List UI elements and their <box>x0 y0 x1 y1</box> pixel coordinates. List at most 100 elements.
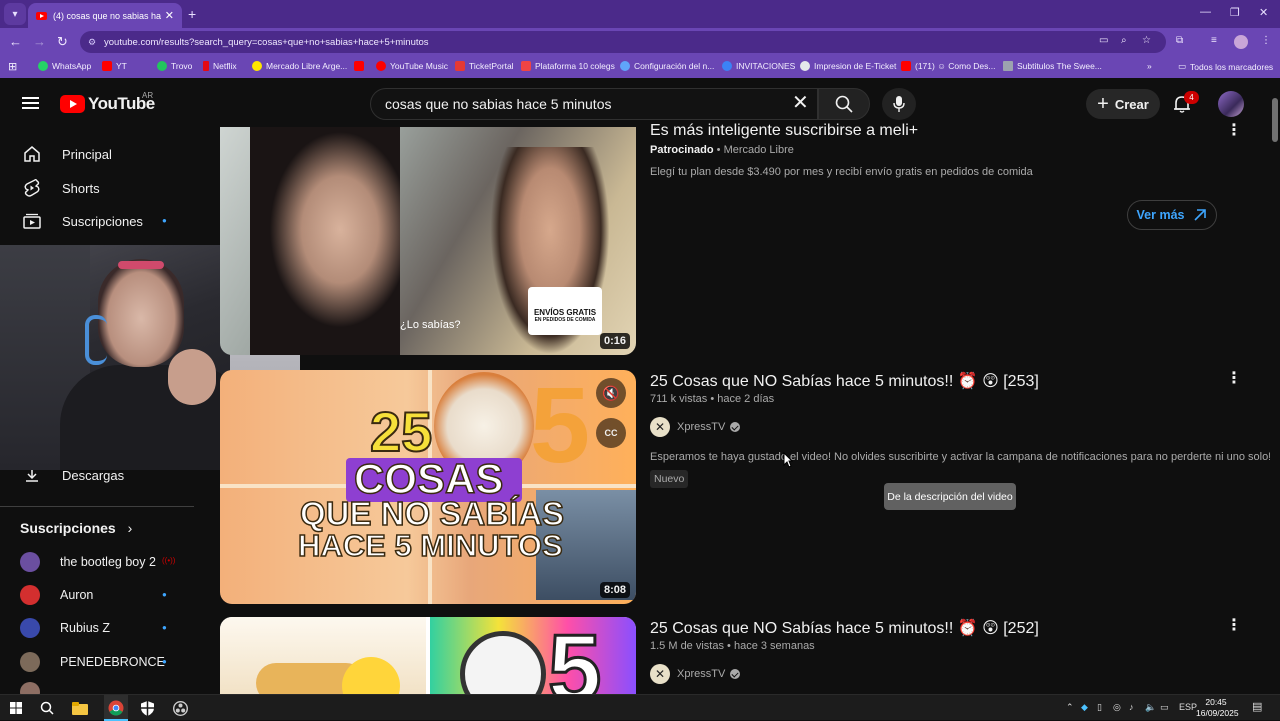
subscription-item-partial[interactable] <box>20 680 190 694</box>
restore-icon[interactable]: ❐ <box>1230 6 1240 19</box>
bookmark-ticketportal[interactable]: TicketPortal <box>455 61 514 71</box>
voice-search-button[interactable] <box>882 88 916 120</box>
channel-name: Rubius Z <box>60 621 111 635</box>
extensions-icon[interactable]: ⧉ <box>1176 35 1183 46</box>
bookmark-plataforma[interactable]: Plataforma 10 colegs <box>521 61 615 71</box>
page-scrollbar[interactable] <box>1270 78 1280 694</box>
more-options-icon[interactable]: ⋮ <box>1226 120 1242 140</box>
subscription-item[interactable]: Rubius Z ● <box>20 612 190 644</box>
media-control-icon[interactable]: ≡ <box>1211 35 1217 46</box>
bookmark-mercado-libre[interactable]: Mercado Libre Arge... <box>252 61 347 71</box>
site-info-icon[interactable]: ⚙ <box>88 37 96 48</box>
bookmark-trovo[interactable]: Trovo <box>157 61 192 71</box>
ver-mas-button[interactable]: Ver más <box>1127 200 1217 230</box>
video-title[interactable]: 25 Cosas que NO Sabías hace 5 minutos!! … <box>650 618 1039 638</box>
reload-icon[interactable]: ↻ <box>57 34 68 50</box>
advertiser-name[interactable]: Mercado Libre <box>724 144 794 156</box>
bookmark-netflix[interactable]: Netflix <box>203 61 237 71</box>
notifications-center-icon[interactable]: ▤ <box>1252 700 1262 713</box>
video-title[interactable]: 25 Cosas que NO Sabías hace 5 minutos!! … <box>650 371 1039 391</box>
system-clock[interactable]: 20:45 16/09/2025 <box>1196 697 1239 719</box>
more-bookmarks-icon[interactable]: » <box>1147 61 1152 71</box>
bookmark-subtitulos[interactable]: Subtitulos The Swee... <box>1003 61 1102 71</box>
apps-grid-icon[interactable]: ⊞ <box>8 60 17 73</box>
search-input[interactable]: cosas que no sabias hace 5 minutos <box>370 88 818 120</box>
close-window-icon[interactable]: ✕ <box>1259 6 1268 19</box>
zoom-icon[interactable]: ⌕ <box>1121 35 1127 46</box>
subscription-item[interactable]: Auron ● <box>20 579 190 611</box>
tab-search-icon[interactable]: ▾ <box>4 3 26 25</box>
more-options-icon[interactable]: ⋮ <box>1226 615 1242 635</box>
all-bookmarks-folder[interactable]: ▭ Todos los marcadores <box>1178 61 1273 72</box>
clock-time: 20:45 <box>1205 697 1227 707</box>
chrome-icon[interactable] <box>108 700 124 716</box>
trovo-icon <box>157 61 167 71</box>
bookmark-label: Trovo <box>171 61 193 71</box>
bookmark-configuracion[interactable]: Configuración del n... <box>620 61 714 71</box>
view-count: 1.5 M de vistas <box>650 640 724 652</box>
bookmark-impresion[interactable]: Impresion de E-Ticket <box>800 61 896 71</box>
sidebar-item-suscripciones[interactable]: Suscripciones ● <box>12 204 192 238</box>
bookmark-invitaciones[interactable]: INVITACIONES <box>722 61 795 71</box>
menu-icon[interactable] <box>22 97 39 109</box>
minimize-icon[interactable]: — <box>1200 6 1211 18</box>
url-field[interactable]: ⚙ youtube.com/results?search_query=cosas… <box>80 31 1166 53</box>
youtube-icon <box>354 61 364 71</box>
channel-link[interactable]: ✕ XpressTV <box>650 417 741 437</box>
tray-device-icon[interactable]: ▯ <box>1097 702 1102 713</box>
profile-avatar[interactable] <box>1234 35 1248 49</box>
file-explorer-icon[interactable] <box>72 700 88 716</box>
browser-tab[interactable]: (4) cosas que no sabias hace 5 ✕ <box>28 3 182 28</box>
thumb-big-number: 5 <box>546 617 602 694</box>
subscription-item[interactable]: PENEDEBRONCE ● <box>20 646 190 678</box>
back-icon[interactable]: ← <box>9 34 22 49</box>
install-app-icon[interactable]: ▭ <box>1099 35 1108 46</box>
channel-name: Auron <box>60 588 94 602</box>
windows-start-icon[interactable] <box>8 700 24 716</box>
language-indicator[interactable]: ESP <box>1179 702 1197 712</box>
bookmark-youtube-2[interactable] <box>354 61 368 71</box>
sidebar-item-principal[interactable]: Principal <box>12 137 192 171</box>
obs-icon[interactable] <box>172 700 188 716</box>
forward-icon[interactable]: → <box>33 34 46 49</box>
taskbar-search-icon[interactable] <box>39 700 55 716</box>
bookmark-whatsapp[interactable]: WhatsApp <box>38 61 91 71</box>
more-options-icon[interactable]: ⋮ <box>1226 368 1242 388</box>
windows-taskbar: ⌃ ◆ ▯ ◎ ♪ 🔈 ▭ ESP 20:45 16/09/2025 ▤ <box>0 694 1280 721</box>
youtube-logo[interactable]: YouTube AR <box>60 91 155 114</box>
sidebar-item-shorts[interactable]: Shorts <box>12 171 192 205</box>
network-icon[interactable]: ▭ <box>1160 702 1169 713</box>
tray-app-icon[interactable]: ◆ <box>1081 702 1088 713</box>
video-thumbnail[interactable]: 5 25 COSAS QUE NO SABÍAS HACE 5 MINUTOS … <box>220 370 636 604</box>
bookmark-como-des[interactable]: (171) ☺ Como Des... <box>901 61 995 71</box>
captions-icon[interactable]: CC <box>596 418 626 448</box>
tray-microphone-icon[interactable]: ♪ <box>1129 702 1134 712</box>
bookmark-yt[interactable]: YT <box>102 61 127 71</box>
create-button[interactable]: + Crear <box>1086 89 1160 119</box>
volume-icon[interactable]: 🔈 <box>1145 702 1156 713</box>
ad-title[interactable]: Es más inteligente suscribirse a meli+ <box>650 123 918 141</box>
bookmark-star-icon[interactable]: ☆ <box>1142 35 1151 46</box>
chrome-menu-icon[interactable]: ⋮ <box>1261 35 1271 46</box>
account-avatar[interactable] <box>1218 91 1244 117</box>
tray-meet-icon[interactable]: ◎ <box>1113 702 1121 713</box>
subscriptions-heading[interactable]: Suscripciones › <box>20 520 132 536</box>
show-hidden-icons-icon[interactable]: ⌃ <box>1066 702 1074 713</box>
close-tab-icon[interactable]: ✕ <box>165 9 174 22</box>
shield-icon[interactable] <box>139 700 155 716</box>
subscription-item[interactable]: the bootleg boy 2 ((•)) <box>20 546 190 578</box>
youtube-music-icon <box>376 61 386 71</box>
subtitulos-icon <box>1003 61 1013 71</box>
scrollbar-thumb[interactable] <box>1272 98 1278 142</box>
search-button[interactable] <box>818 88 870 120</box>
mute-icon[interactable]: 🔇 <box>596 378 626 408</box>
bookmark-youtube-music[interactable]: YouTube Music <box>376 61 448 71</box>
new-tab-icon[interactable]: + <box>188 6 196 22</box>
video-thumbnail[interactable]: 5 <box>220 617 636 694</box>
clear-search-icon[interactable]: ✕ <box>792 93 809 113</box>
channel-avatar: ✕ <box>650 417 670 437</box>
ad-thumb-badge-line1: ENVÍOS GRATIS <box>533 308 597 317</box>
ad-thumbnail[interactable]: ¿Lo sabías? ENVÍOS GRATIS EN PEDIDOS DE … <box>220 127 636 355</box>
new-content-dot: ● <box>162 623 167 632</box>
channel-link[interactable]: ✕ XpressTV <box>650 664 741 684</box>
